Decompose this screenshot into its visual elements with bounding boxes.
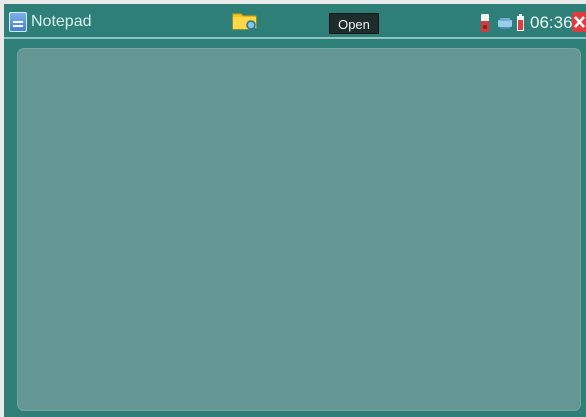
app-title: Notepad bbox=[31, 13, 92, 30]
clock: 06:36 bbox=[530, 13, 573, 32]
sd-card-icon bbox=[481, 14, 489, 32]
open-button[interactable]: Open bbox=[329, 13, 379, 34]
folder-search-icon[interactable] bbox=[232, 10, 259, 33]
close-button[interactable] bbox=[572, 12, 586, 32]
battery-icon bbox=[517, 14, 524, 31]
title-divider bbox=[4, 37, 586, 39]
notepad-text-area[interactable] bbox=[17, 48, 581, 411]
network-icon bbox=[498, 18, 512, 29]
title-bar: Notepad Open 06:36 bbox=[4, 4, 586, 37]
close-icon bbox=[574, 16, 585, 28]
notepad-icon bbox=[9, 12, 27, 32]
app-window: Notepad Open 06:36 bbox=[4, 4, 586, 417]
